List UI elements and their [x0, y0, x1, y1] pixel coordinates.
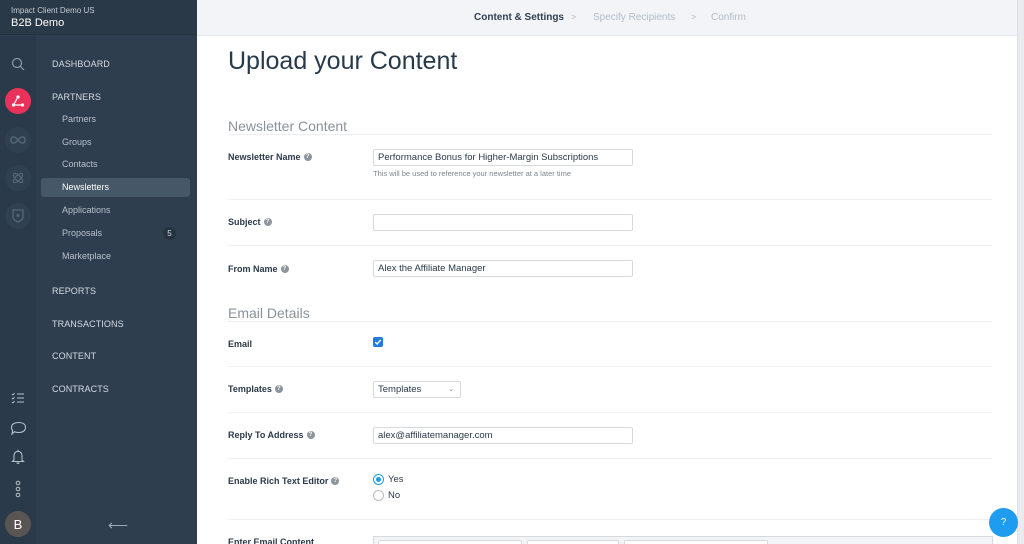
chat-icon[interactable] — [5, 415, 31, 441]
app: Impact Client Demo US B2B Demo B DASHBOA… — [0, 0, 1024, 544]
email-content-label-text: Enter Email Content — [228, 537, 315, 544]
radio-yes-label: Yes — [388, 474, 404, 485]
help-icon[interactable]: ? — [280, 265, 289, 273]
atom-icon[interactable] — [5, 165, 31, 191]
email-content-editor-toolbar — [373, 536, 993, 544]
divider — [228, 245, 992, 246]
nav-dashboard[interactable]: DASHBOARD — [52, 59, 110, 69]
rich-text-no-option[interactable]: No — [373, 490, 400, 501]
nav-reports[interactable]: REPORTS — [52, 286, 96, 296]
account-switcher[interactable]: Impact Client Demo US B2B Demo — [0, 0, 197, 35]
step-specify-recipients[interactable]: Specify Recipients — [593, 12, 675, 23]
step-separator-icon: > — [691, 12, 697, 22]
email-content-label: Enter Email Content — [228, 537, 314, 544]
section-email-details: Email Details — [228, 305, 310, 321]
org-name: Impact Client Demo US — [11, 6, 95, 15]
rich-text-label: Enable Rich Text Editor ? — [228, 476, 340, 486]
sidebar: Impact Client Demo US B2B Demo B DASHBOA… — [0, 0, 197, 544]
nav-sub-marketplace[interactable]: Marketplace — [41, 247, 190, 266]
reply-to-input[interactable] — [373, 427, 633, 444]
editor-toolbar-group[interactable] — [378, 540, 522, 544]
partners-icon[interactable] — [5, 88, 31, 114]
step-separator-icon: > — [571, 12, 577, 22]
more-icon[interactable] — [5, 476, 31, 502]
subject-label: Subject ? — [228, 217, 272, 227]
step-content-settings[interactable]: Content & Settings — [474, 12, 564, 23]
divider — [228, 458, 992, 459]
nav-sub-groups[interactable]: Groups — [41, 133, 190, 152]
divider — [228, 366, 992, 367]
section-newsletter-content: Newsletter Content — [228, 118, 348, 134]
newsletter-name-hint: This will be used to reference your news… — [373, 169, 572, 178]
divider — [228, 412, 992, 413]
chevron-down-icon: ⌄ — [448, 386, 454, 393]
nav-sub-newsletters[interactable]: Newsletters — [41, 178, 190, 197]
collapse-sidebar-icon[interactable]: ⟵ — [108, 517, 128, 534]
nav-content[interactable]: CONTENT — [52, 351, 96, 361]
templates-selected-value: Templates — [378, 384, 422, 395]
help-icon[interactable]: ? — [274, 385, 283, 393]
help-icon[interactable]: ? — [331, 477, 340, 485]
radio-yes[interactable] — [373, 474, 384, 485]
email-label: Email — [228, 339, 252, 349]
from-name-label: From Name ? — [228, 264, 289, 274]
nav-transactions[interactable]: TRANSACTIONS — [52, 319, 124, 329]
radio-no[interactable] — [373, 490, 384, 501]
nav-partners[interactable]: PARTNERS — [52, 92, 101, 102]
templates-label-text: Templates — [228, 384, 272, 394]
editor-toolbar-group[interactable] — [624, 540, 768, 544]
divider — [228, 199, 992, 200]
radio-no-label: No — [388, 490, 401, 501]
newsletter-name-input[interactable] — [373, 149, 633, 166]
divider — [228, 519, 992, 520]
nav-sub-partners[interactable]: Partners — [41, 110, 190, 129]
templates-label: Templates ? — [228, 384, 283, 394]
main-content: Upload your Content Newsletter Content N… — [197, 36, 1017, 544]
shield-icon[interactable] — [5, 203, 31, 229]
newsletter-name-label: Newsletter Name ? — [228, 152, 312, 162]
help-chat-button[interactable]: ? — [989, 508, 1018, 537]
divider — [228, 134, 992, 135]
bell-icon[interactable] — [5, 444, 31, 470]
nav-sub-applications[interactable]: Applications — [41, 201, 190, 220]
newsletter-name-label-text: Newsletter Name — [228, 152, 301, 162]
email-checkbox[interactable] — [373, 337, 383, 347]
help-icon[interactable]: ? — [263, 218, 272, 226]
user-avatar[interactable]: B — [5, 511, 31, 537]
page-title: Upload your Content — [228, 47, 458, 75]
divider — [228, 321, 992, 322]
editor-toolbar-group[interactable] — [527, 540, 619, 544]
from-name-label-text: From Name — [228, 264, 278, 274]
nav-sub-contacts[interactable]: Contacts — [41, 155, 190, 174]
nav-contracts[interactable]: CONTRACTS — [52, 384, 109, 394]
rich-text-yes-option[interactable]: Yes — [373, 474, 404, 485]
nav-sub-proposals[interactable]: Proposals 5 — [41, 224, 190, 243]
nav-sub-proposals-label: Proposals — [62, 228, 103, 238]
from-name-input[interactable] — [373, 260, 633, 277]
infinity-icon[interactable] — [5, 127, 31, 153]
email-label-text: Email — [228, 339, 253, 349]
brand-name: B2B Demo — [11, 17, 65, 29]
help-icon[interactable]: ? — [303, 153, 312, 161]
subject-input[interactable] — [373, 214, 633, 231]
stepper-bar: Content & Settings > Specify Recipients … — [197, 0, 1024, 36]
reply-to-label-text: Reply To Address — [228, 430, 304, 440]
help-icon[interactable]: ? — [306, 431, 315, 439]
checklist-icon[interactable] — [5, 385, 31, 411]
step-confirm[interactable]: Confirm — [711, 12, 746, 23]
subject-label-text: Subject — [228, 217, 261, 227]
rich-text-label-text: Enable Rich Text Editor — [228, 476, 329, 486]
scrollbar[interactable] — [1017, 0, 1024, 544]
templates-select[interactable]: Templates ⌄ — [373, 381, 461, 398]
proposals-count-badge: 5 — [163, 227, 176, 240]
reply-to-label: Reply To Address ? — [228, 430, 315, 440]
checkmark-icon — [374, 339, 382, 346]
search-icon[interactable] — [5, 51, 31, 77]
